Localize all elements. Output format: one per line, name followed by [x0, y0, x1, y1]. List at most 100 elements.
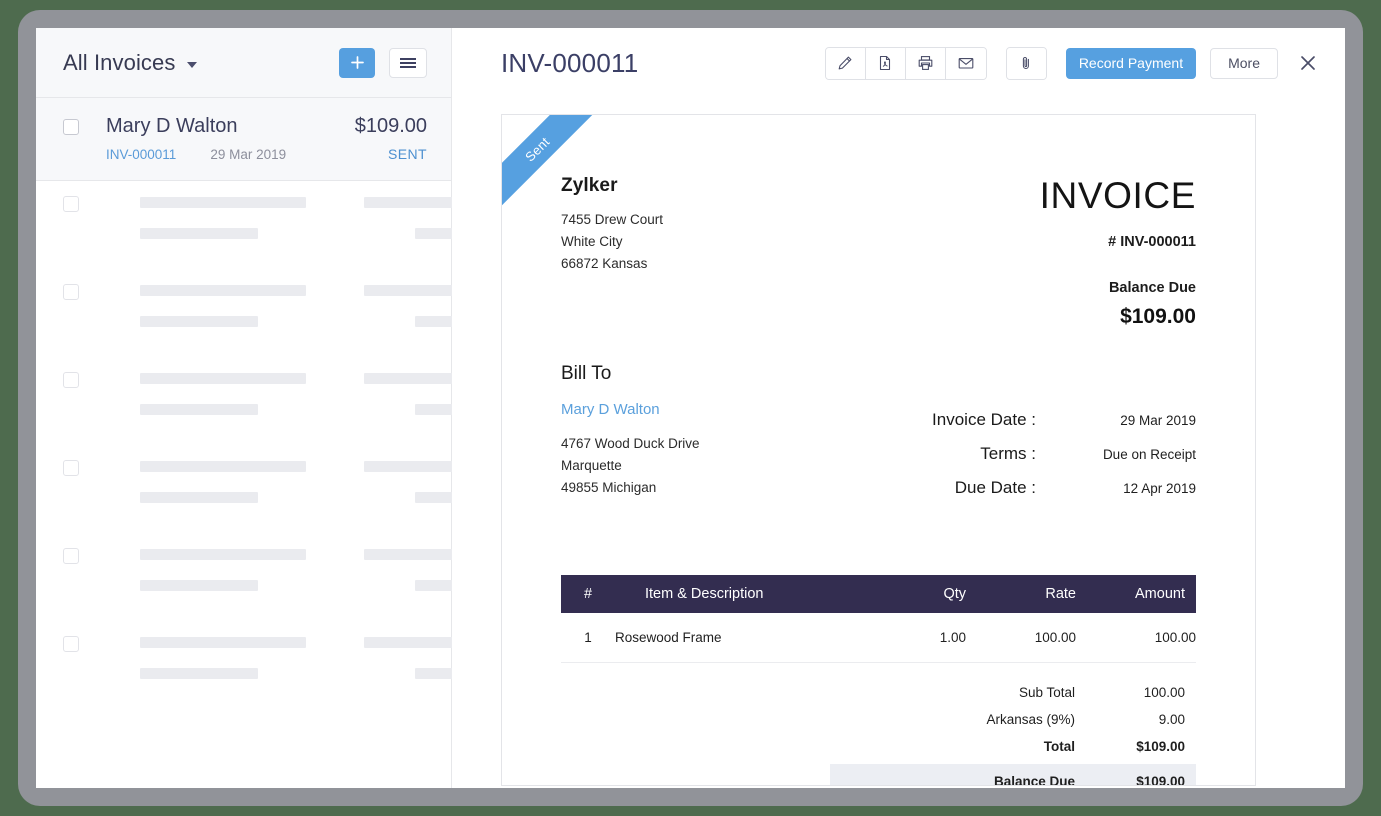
print-button[interactable]	[906, 48, 946, 79]
invoice-detail-pane: INV-000011	[452, 28, 1345, 788]
line-items-table: # Item & Description Qty Rate Amount 1Ro…	[561, 575, 1196, 663]
edit-button[interactable]	[826, 48, 866, 79]
placeholder-bar	[140, 637, 306, 648]
invoice-list-placeholders	[36, 181, 451, 709]
invoice-meta-label: Due Date :	[955, 478, 1036, 498]
record-payment-button[interactable]: Record Payment	[1066, 48, 1196, 79]
invoice-list-item-placeholder	[36, 621, 451, 709]
sidebar-header: All Invoices	[36, 28, 451, 98]
organization-address-line: 66872 Kansas	[561, 253, 879, 275]
invoice-meta-label: Invoice Date :	[932, 410, 1036, 430]
hamburger-line	[400, 58, 416, 60]
invoice-total-row: Total$109.00	[830, 733, 1196, 760]
invoice-meta-value: 29 Mar 2019	[1036, 413, 1196, 428]
organization-address-line: 7455 Drew Court	[561, 209, 879, 231]
column-header-qty: Qty	[874, 575, 966, 613]
invoice-document: Sent Zylker 7455 Drew CourtWhite City668…	[501, 114, 1256, 786]
invoice-list-item-primary-line: Mary D Walton $109.00	[63, 115, 427, 138]
hamburger-line	[400, 62, 416, 64]
placeholder-bar	[140, 316, 258, 327]
invoice-total-label: Arkansas (9%)	[830, 712, 1075, 727]
pdf-file-icon	[877, 55, 893, 71]
organization-name: Zylker	[561, 175, 879, 197]
invoice-number[interactable]: INV-000011	[106, 147, 176, 162]
placeholder-bar	[364, 285, 464, 296]
placeholder-bar	[140, 373, 306, 384]
invoice-total-row: Arkansas (9%)9.00	[830, 706, 1196, 733]
add-invoice-button[interactable]	[339, 48, 375, 78]
invoice-list-item-placeholder	[36, 357, 451, 445]
envelope-icon	[957, 56, 975, 70]
placeholder-checkbox	[63, 460, 79, 476]
more-button[interactable]: More	[1210, 48, 1278, 79]
placeholder-bar	[140, 492, 258, 503]
placeholder-checkbox	[63, 284, 79, 300]
list-options-button[interactable]	[389, 48, 427, 78]
invoice-meta-row: Terms :Due on Receipt	[879, 444, 1197, 464]
bill-to-address: 4767 Wood Duck DriveMarquette49855 Michi…	[561, 433, 879, 499]
invoice-meta-value: Due on Receipt	[1036, 447, 1196, 462]
placeholder-bar	[140, 228, 258, 239]
invoice-meta-label: Terms :	[980, 444, 1036, 464]
device-frame: All Invoices Mary D Walton	[18, 10, 1363, 806]
line-item-rate: 100.00	[966, 613, 1076, 663]
line-item-qty: 1.00	[874, 613, 966, 663]
invoice-total-row: Balance Due$109.00	[830, 764, 1196, 786]
attachment-button[interactable]	[1007, 48, 1046, 79]
placeholder-bar	[140, 549, 306, 560]
line-items-header: # Item & Description Qty Rate Amount	[561, 575, 1196, 613]
table-header-row: # Item & Description Qty Rate Amount	[561, 575, 1196, 613]
invoice-summary-block: INVOICE # INV-000011 Balance Due $109.00	[879, 175, 1197, 329]
printer-icon	[917, 55, 934, 71]
email-button[interactable]	[946, 48, 986, 79]
placeholder-bar	[364, 461, 464, 472]
column-header-amount: Amount	[1076, 575, 1196, 613]
invoice-heading: INVOICE	[879, 177, 1197, 214]
invoice-filter-title[interactable]: All Invoices	[63, 50, 175, 76]
invoice-row-checkbox[interactable]	[63, 119, 79, 135]
invoice-mid-section: Bill To Mary D Walton 4767 Wood Duck Dri…	[561, 363, 1196, 512]
invoice-totals: Sub Total100.00Arkansas (9%)9.00Total$10…	[561, 679, 1196, 786]
line-item-amount: 100.00	[1076, 613, 1196, 663]
chevron-down-icon[interactable]	[187, 62, 197, 68]
balance-due-amount: $109.00	[879, 305, 1197, 329]
paperclip-icon	[1019, 55, 1033, 71]
invoice-list-item-secondary-line: INV-000011 29 Mar 2019 SENT	[63, 146, 427, 162]
download-pdf-button[interactable]	[866, 48, 906, 79]
app-window: All Invoices Mary D Walton	[36, 28, 1345, 788]
invoice-amount: $109.00	[355, 115, 427, 138]
column-header-rate: Rate	[966, 575, 1076, 613]
invoice-total-label: Sub Total	[830, 685, 1075, 700]
invoice-list-item-selected[interactable]: Mary D Walton $109.00 INV-000011 29 Mar …	[36, 98, 451, 181]
toolbar-action-group	[825, 47, 987, 80]
line-item-description: Rosewood Frame	[615, 613, 874, 663]
invoice-body: Zylker 7455 Drew CourtWhite City66872 Ka…	[502, 115, 1255, 786]
balance-due-label: Balance Due	[879, 280, 1197, 296]
placeholder-bar	[140, 285, 306, 296]
column-header-number: #	[561, 575, 615, 613]
bill-to-address-line: Marquette	[561, 455, 879, 477]
column-header-description: Item & Description	[615, 575, 874, 613]
placeholder-checkbox	[63, 548, 79, 564]
close-button[interactable]	[1296, 51, 1320, 75]
bill-to-customer-name[interactable]: Mary D Walton	[561, 401, 879, 418]
detail-header: INV-000011	[452, 28, 1345, 98]
placeholder-bar	[140, 461, 306, 472]
organization-address-line: White City	[561, 231, 879, 253]
placeholder-bar	[364, 373, 464, 384]
placeholder-checkbox	[63, 372, 79, 388]
placeholder-bar	[364, 197, 464, 208]
invoice-date: 29 Mar 2019	[210, 147, 286, 162]
invoice-total-value: $109.00	[1075, 739, 1185, 754]
toolbar-attachment-group	[1006, 47, 1047, 80]
placeholder-bar	[364, 549, 464, 560]
organization-address: 7455 Drew CourtWhite City66872 Kansas	[561, 209, 879, 275]
invoice-list-item-placeholder	[36, 445, 451, 533]
invoice-number-label: # INV-000011	[879, 234, 1197, 250]
invoice-meta-value: 12 Apr 2019	[1036, 481, 1196, 496]
placeholder-bar	[140, 668, 258, 679]
invoice-meta-block: Invoice Date :29 Mar 2019 Terms :Due on R…	[879, 363, 1197, 512]
bill-to-address-line: 49855 Michigan	[561, 477, 879, 499]
placeholder-bar	[364, 637, 464, 648]
plus-icon	[351, 56, 364, 69]
